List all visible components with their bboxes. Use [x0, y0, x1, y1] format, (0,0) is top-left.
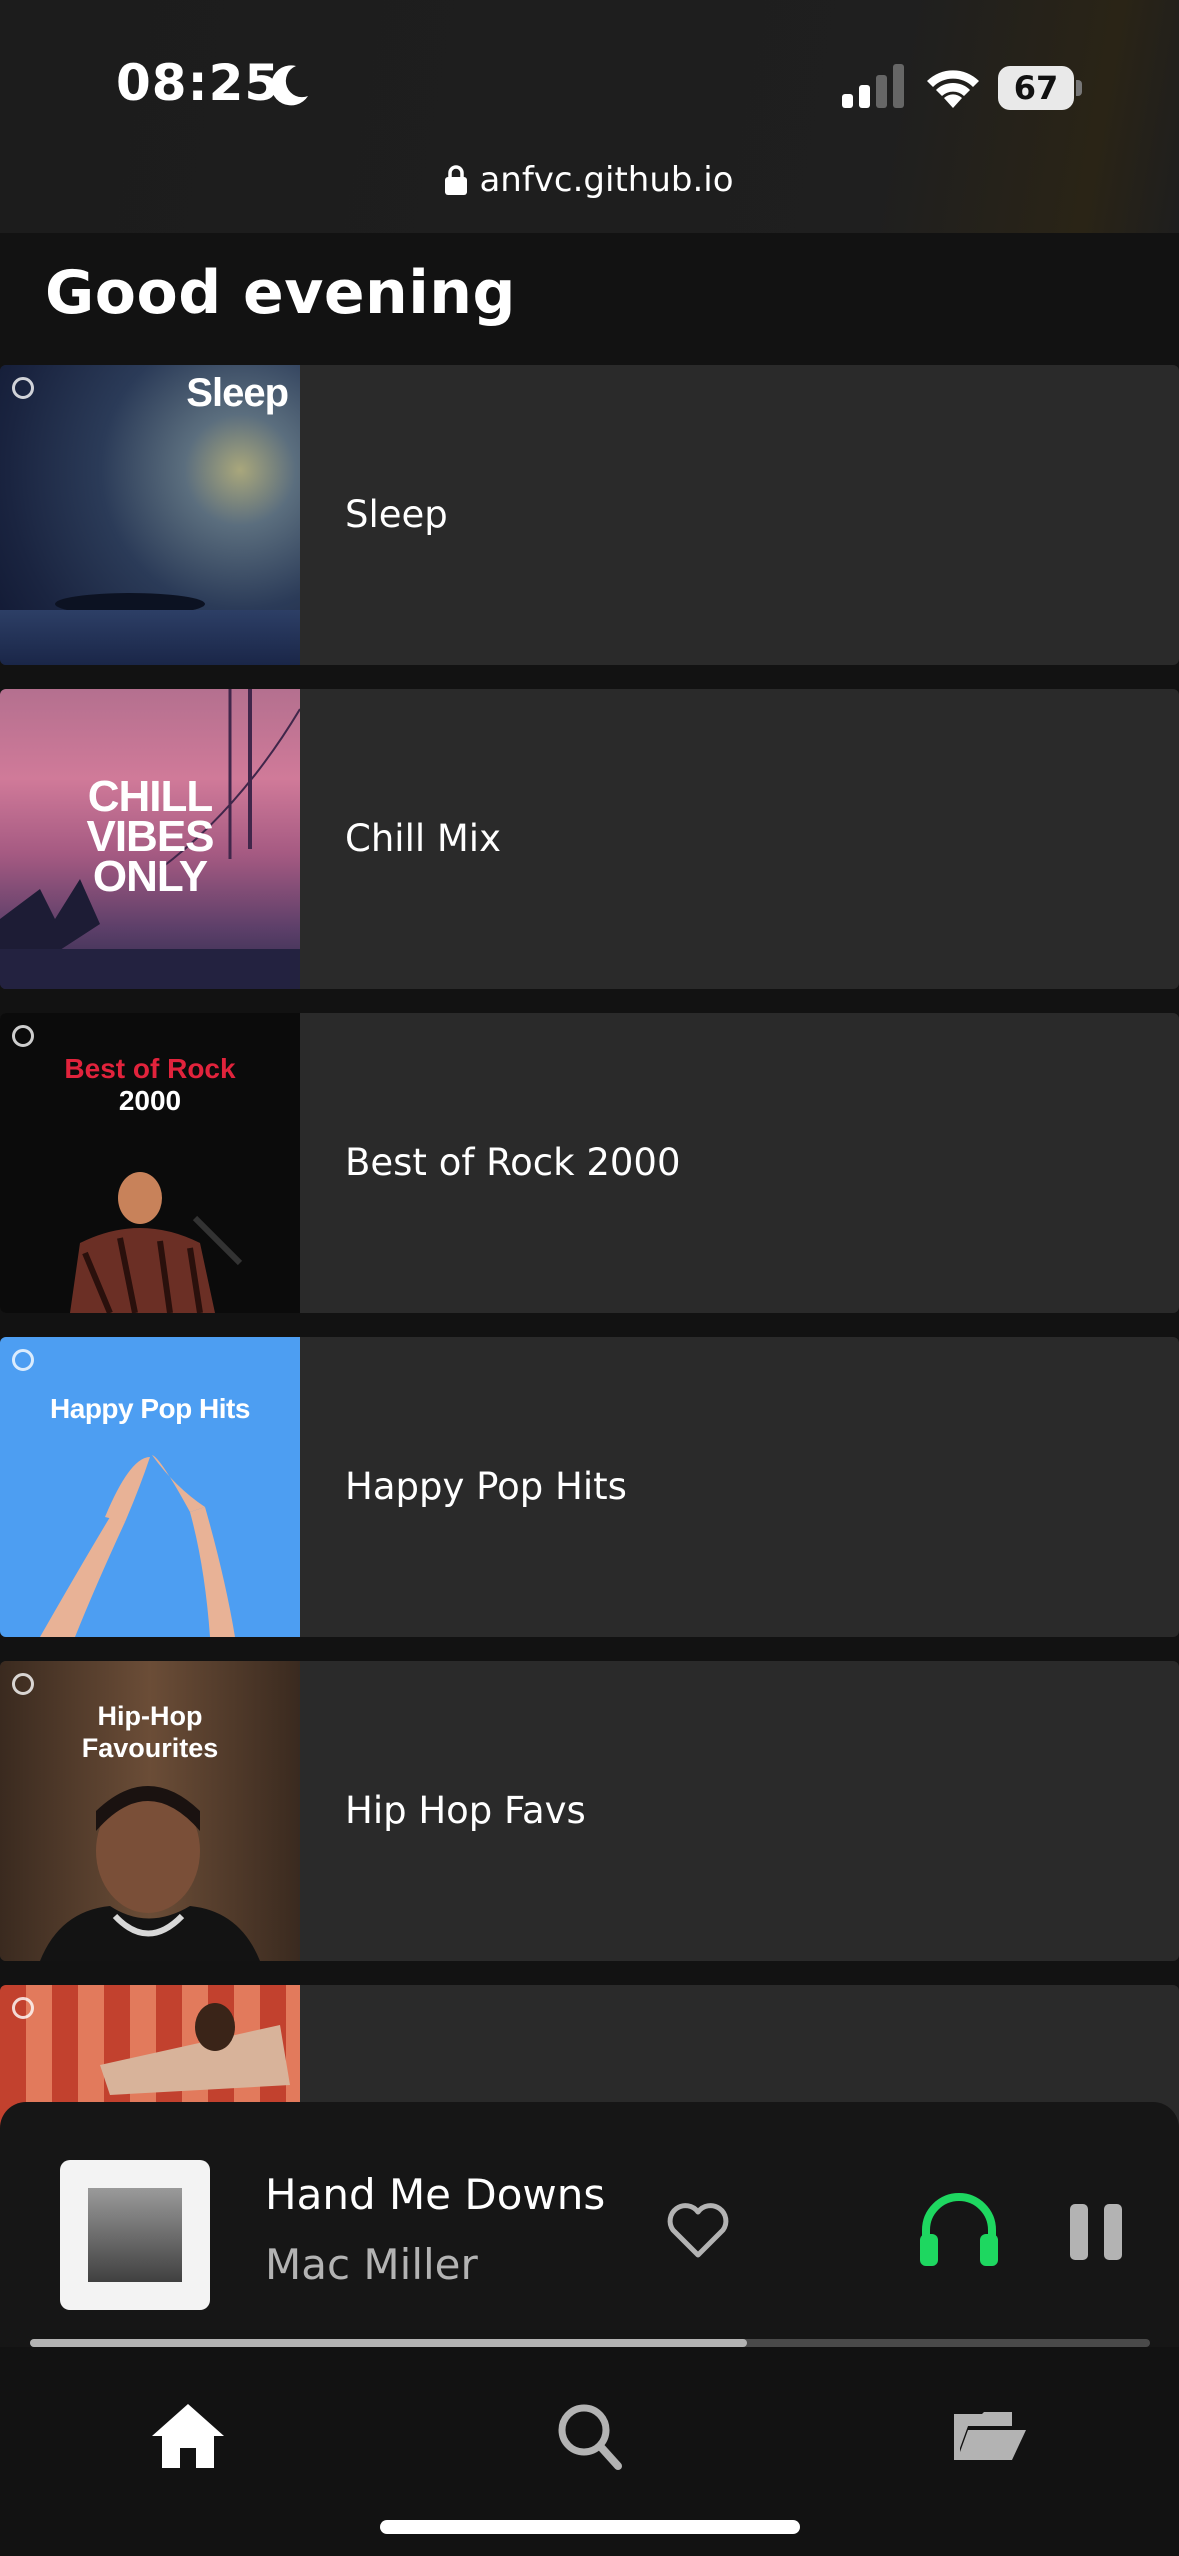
spotify-logo-icon — [12, 1673, 34, 1695]
browser-header: 08:25 67 anfvc.github.io — [0, 0, 1179, 233]
spotify-logo-icon — [12, 1025, 34, 1047]
home-indicator — [380, 2520, 800, 2534]
address-bar[interactable]: anfvc.github.io — [0, 160, 1179, 200]
lock-icon — [445, 165, 468, 195]
playback-progress-bar[interactable] — [30, 2339, 1150, 2347]
heart-icon[interactable] — [665, 2200, 731, 2260]
playlist-cover-hip-hop-favs: Hip-Hop Favourites — [0, 1661, 300, 1961]
battery-level: 67 — [998, 66, 1074, 110]
playlist-row-hip-hop-favs[interactable]: Hip-Hop Favourites Hip Hop Favs — [0, 1661, 1179, 1961]
playlist-cover-sleep: Sleep — [0, 365, 300, 665]
now-playing-artwork[interactable] — [60, 2160, 210, 2310]
folder-icon[interactable] — [950, 2400, 1030, 2470]
now-playing-artist: Mac Miller — [265, 2240, 478, 2289]
status-time: 08:25 — [116, 54, 281, 112]
cover-title: CHILL VIBES ONLY — [86, 772, 214, 901]
cover-title-line2: Favourites — [81, 1733, 219, 1763]
playlist-label: Sleep — [345, 493, 448, 536]
pause-icon[interactable] — [1070, 2204, 1122, 2260]
headphones-icon[interactable] — [918, 2190, 1000, 2268]
now-playing-title: Hand Me Downs — [265, 2170, 606, 2219]
wifi-icon — [927, 70, 979, 108]
playlist-label: Hip Hop Favs — [345, 1789, 586, 1832]
url-text: anfvc.github.io — [479, 160, 734, 200]
moon-icon — [271, 65, 308, 106]
playlist-label: Chill Mix — [345, 817, 501, 860]
spotify-logo-icon — [12, 1349, 34, 1371]
battery-icon: 67 — [998, 66, 1082, 110]
playlist-row-sleep[interactable]: Sleep Sleep — [0, 365, 1179, 665]
cover-title: Sleep — [186, 371, 289, 415]
playlist-row-best-of-rock[interactable]: Best of Rock 2000 Best of Rock 2000 — [0, 1013, 1179, 1313]
playlist-cover-happy-pop-hits: Happy Pop Hits — [0, 1337, 300, 1637]
playlist-label: Happy Pop Hits — [345, 1465, 627, 1508]
cellular-signal-icon — [842, 64, 904, 108]
cover-title-line2: 2000 — [118, 1085, 182, 1116]
playlist-cover-chill-mix: CHILL VIBES ONLY — [0, 689, 300, 989]
now-playing-bar[interactable]: Hand Me Downs Mac Miller — [0, 2102, 1179, 2347]
playlist-label: Best of Rock 2000 — [345, 1141, 681, 1184]
cover-title-line1: Hip-Hop — [97, 1701, 203, 1731]
spotify-logo-icon — [12, 377, 34, 399]
playlist-cover-best-of-rock: Best of Rock 2000 — [0, 1013, 300, 1313]
home-icon[interactable] — [148, 2400, 228, 2470]
greeting-title: Good evening — [45, 258, 516, 328]
spotify-logo-icon — [12, 1997, 34, 2019]
cover-title: Happy Pop Hits — [50, 1393, 250, 1424]
cover-title-line1: Best of Rock — [64, 1053, 236, 1084]
search-icon[interactable] — [550, 2400, 630, 2470]
playlist-row-chill-mix[interactable]: CHILL VIBES ONLY Chill Mix — [0, 689, 1179, 989]
playback-progress-fill — [30, 2339, 747, 2347]
playlist-row-happy-pop-hits[interactable]: Happy Pop Hits Happy Pop Hits — [0, 1337, 1179, 1637]
